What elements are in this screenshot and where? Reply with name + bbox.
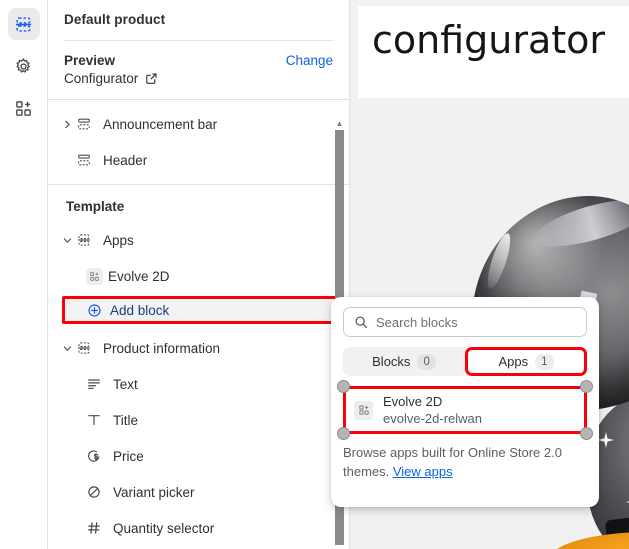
tree-row-variant-picker[interactable]: Variant picker [48,474,349,510]
tree-label: Quantity selector [113,520,215,536]
chevron-down-icon[interactable] [58,343,76,354]
app-result-text: Evolve 2D evolve-2d-relwan [383,393,482,427]
left-icon-rail [0,0,48,549]
app-embeds-icon [14,99,33,118]
tab-blocks-count: 0 [417,353,436,370]
section-bar-icon [76,152,98,168]
selection-handle-top-right[interactable] [580,380,593,393]
tree-label: Product information [103,340,221,356]
price-tag-icon [86,448,108,464]
apps-section-icon [76,232,98,248]
add-block-highlight: Add block [62,296,339,324]
app-result-item[interactable]: Evolve 2D evolve-2d-relwan [343,386,587,434]
preview-value-row[interactable]: Configurator [48,68,349,86]
app-block-icon [354,400,373,420]
preview-value: Configurator [64,71,139,86]
tree-label: Header [103,152,148,168]
tree-label: Evolve 2D [108,268,170,284]
tree-row-apps[interactable]: Apps [48,222,349,258]
panel-header: Default product [48,0,349,41]
add-block-label: Add block [110,302,170,318]
tree-row-price[interactable]: Price [48,438,349,474]
tab-apps-count: 1 [535,353,554,370]
tree-label: Title [113,412,139,428]
app-result-handle: evolve-2d-relwan [383,411,482,426]
variant-picker-icon [86,484,108,500]
tree-row-header[interactable]: Header [48,142,349,178]
text-title-icon [86,412,108,428]
tree-label: Text [113,376,138,392]
template-group-label: Template [66,199,125,214]
tree-row-announcement-bar[interactable]: Announcement bar [48,106,349,142]
section-bar-icon [76,116,98,132]
sections-panel: Default product Preview Change Configura… [48,0,350,549]
search-blocks-box[interactable]: Search blocks [343,307,587,337]
tree-label: Announcement bar [103,116,218,132]
scroll-up-arrow-icon[interactable]: ▲ [336,120,344,128]
text-lines-icon [86,376,108,392]
render-part-orange-base [548,532,629,549]
search-input[interactable]: Search blocks [376,315,458,330]
rail-item-theme-settings[interactable] [8,50,40,82]
chevron-right-icon[interactable] [58,119,76,130]
selection-handle-top-left[interactable] [337,380,350,393]
tab-apps[interactable]: Apps 1 [465,347,587,376]
tree-label: Price [113,448,144,464]
popover-footer: Browse apps built for Online Store 2.0 t… [343,443,587,481]
block-source-tabs: Blocks 0 Apps 1 [343,347,587,376]
rail-item-app-embeds[interactable] [8,92,40,124]
divider-3 [48,184,349,185]
tree-row-evolve-2d[interactable]: Evolve 2D [48,258,349,294]
tab-apps-label: Apps [498,354,529,369]
tree-row-quantity-selector[interactable]: Quantity selector [48,510,349,546]
tab-blocks[interactable]: Blocks 0 [343,347,465,376]
apps-section-icon [76,340,98,356]
circle-plus-icon [87,303,102,318]
sections-icon [14,15,33,34]
app-result-name: Evolve 2D [383,394,443,409]
rail-item-sections[interactable] [7,8,40,40]
tab-blocks-label: Blocks [372,354,411,369]
chevron-down-icon[interactable] [58,235,76,246]
hash-icon [86,520,108,536]
tree-label: Apps [103,232,134,248]
search-icon [354,315,368,329]
change-preview-link[interactable]: Change [286,53,333,68]
section-tree: Announcement bar Header Template Apps Ev… [48,100,349,549]
add-block-popover: Search blocks Blocks 0 Apps 1 Evolve 2D … [331,297,599,507]
view-apps-link[interactable]: View apps [393,464,453,479]
gear-icon [14,57,33,76]
external-link-icon[interactable] [145,72,158,85]
add-block-button[interactable]: Add block [62,296,339,324]
theme-editor-window: Default product Preview Change Configura… [0,0,629,549]
app-block-icon [86,267,103,285]
tree-label: Variant picker [113,484,195,500]
preview-label: Preview [64,53,116,68]
preview-row: Preview Change [48,41,349,68]
storefront-title: configurator [372,18,606,62]
page-title: Default product [64,12,166,27]
selection-handle-bottom-right[interactable] [580,427,593,440]
tree-row-title[interactable]: Title [48,402,349,438]
tree-row-text[interactable]: Text [48,366,349,402]
tree-row-product-information[interactable]: Product information [48,330,349,366]
app-result-selection: Evolve 2D evolve-2d-relwan [337,380,593,440]
selection-handle-bottom-left[interactable] [337,427,350,440]
